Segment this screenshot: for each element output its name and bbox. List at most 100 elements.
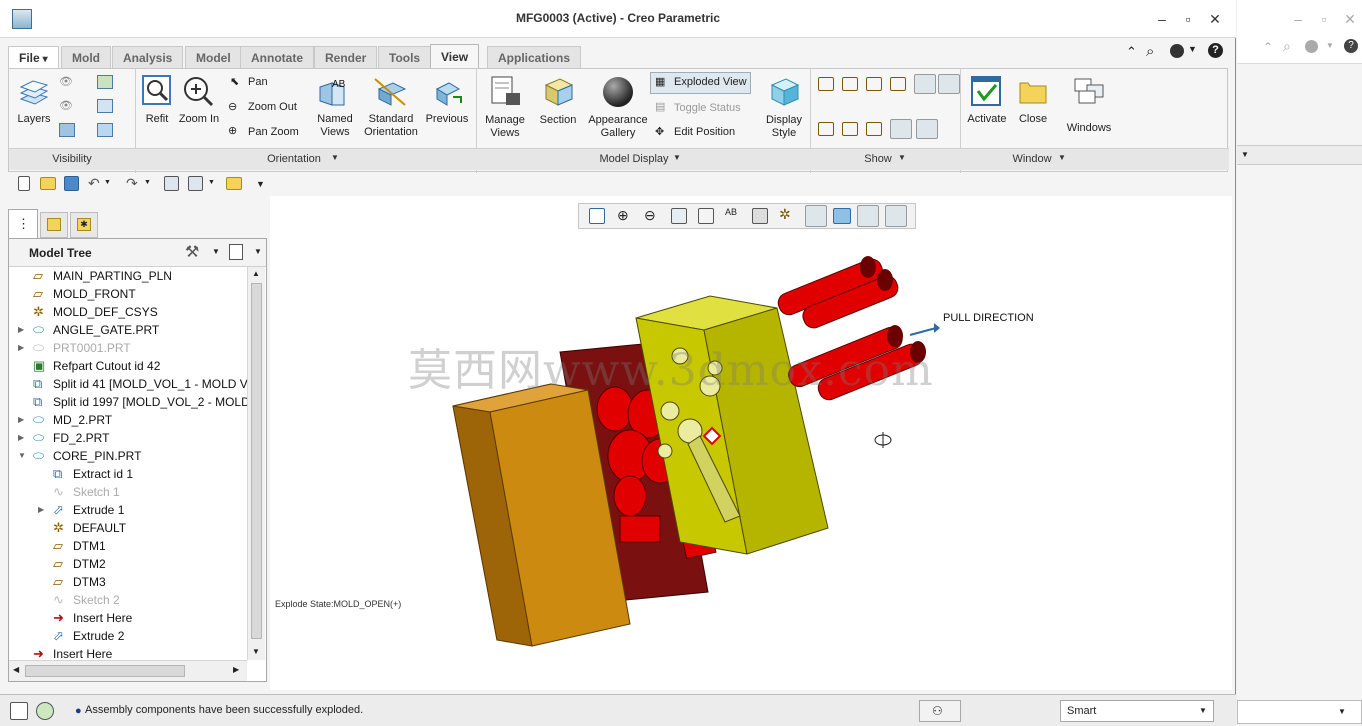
open-file-icon[interactable] <box>40 177 56 190</box>
tree-item[interactable]: ∿ Sketch 1 <box>9 483 247 501</box>
window-icon[interactable] <box>97 123 113 137</box>
zoom-in-icon[interactable]: ⊕ <box>617 207 629 224</box>
scroll-right-icon[interactable]: ▶ <box>233 665 239 674</box>
chevron-down-icon[interactable]: ▼ <box>331 153 339 162</box>
layers-button-label[interactable]: Layers <box>14 113 54 126</box>
expand-icon[interactable]: ▶ <box>18 429 24 447</box>
show-navigator-icon[interactable] <box>10 702 28 720</box>
display-style-icon[interactable] <box>768 75 800 107</box>
activate-icon[interactable] <box>970 75 1004 107</box>
show-icon[interactable]: 👁 <box>59 99 73 112</box>
community-icon[interactable] <box>1170 44 1184 58</box>
orientation-group-label[interactable]: Orientation <box>259 153 329 165</box>
axis-display-icon[interactable] <box>842 77 858 91</box>
spin-center-icon[interactable] <box>914 74 936 94</box>
graphics-area[interactable]: PULL DIRECTION Explode State:MOLD_OPEN(+… <box>270 196 1232 690</box>
display-style-icon[interactable] <box>698 208 714 224</box>
tab-annotate[interactable]: Annotate <box>240 46 314 68</box>
pan-label[interactable]: Pan <box>248 76 268 88</box>
chevron-down-icon[interactable]: ▼ <box>1326 41 1334 50</box>
close-window-icon[interactable] <box>226 177 242 190</box>
tree-item[interactable]: ▣ Refpart Cutout id 42 <box>9 357 247 375</box>
save-icon[interactable] <box>64 176 79 191</box>
customize-qat-icon[interactable]: ▼ <box>256 179 265 189</box>
tree-settings-icon[interactable]: ⚒ <box>185 242 199 262</box>
zoom-in-icon[interactable] <box>182 75 214 107</box>
scroll-up-icon[interactable]: ▲ <box>252 269 260 278</box>
tree-item[interactable]: ⬀ Extrude 2 <box>9 627 247 645</box>
chevron-down-icon[interactable]: ▼ <box>104 179 111 186</box>
csys-display-icon[interactable] <box>890 77 906 91</box>
previous-view-icon[interactable] <box>431 77 463 107</box>
tree-item[interactable]: ➜ Insert Here <box>9 645 247 659</box>
tree-item[interactable]: ▱ MOLD_FRONT <box>9 285 247 303</box>
chevron-down-icon[interactable]: ▼ <box>898 153 906 162</box>
tree-item[interactable]: ➜ Insert Here <box>9 609 247 627</box>
tree-item[interactable]: ▱ DTM1 <box>9 537 247 555</box>
tree-filters-icon[interactable] <box>229 244 243 260</box>
maximize-button[interactable]: ▫ <box>1181 12 1195 26</box>
pan-icon[interactable]: ⬉ <box>230 75 239 88</box>
community-icon[interactable] <box>1305 40 1318 53</box>
plane-tag-icon[interactable] <box>818 122 834 136</box>
display-icon[interactable] <box>97 99 113 113</box>
point-display-icon[interactable] <box>866 77 882 91</box>
chevron-down-icon[interactable]: ▼ <box>212 247 220 256</box>
tree-item[interactable]: ▶ ⬭ FD_2.PRT <box>9 429 247 447</box>
expand-icon[interactable]: ▶ <box>18 321 24 339</box>
expand-icon[interactable]: ▶ <box>18 339 24 357</box>
find-button[interactable]: ⚇ <box>919 700 961 722</box>
chevron-down-icon[interactable]: ▼ <box>673 153 681 162</box>
minimize-button[interactable]: – <box>1155 12 1169 26</box>
expand-icon[interactable]: ▶ <box>18 411 24 429</box>
zoom-in-label[interactable]: Zoom In <box>178 113 220 126</box>
pan-zoom-icon[interactable]: ⊕ <box>228 124 237 137</box>
chevron-down-icon[interactable]: ▼ <box>1241 150 1249 159</box>
tree-item[interactable]: ▶ ⬭ ANGLE_GATE.PRT <box>9 321 247 339</box>
undo-icon[interactable]: ↶ <box>88 175 100 192</box>
appearance-gallery-label[interactable]: Appearance Gallery <box>586 114 650 140</box>
search-icon[interactable]: ⌕ <box>1283 38 1291 55</box>
chevron-down-icon[interactable]: ▼ <box>254 247 262 256</box>
tree-item[interactable]: ▶ ⬭ PRT0001.PRT <box>9 339 247 357</box>
annotation-display-icon[interactable] <box>938 74 960 94</box>
tree-item[interactable]: ⧉ Split id 1997 [MOLD_VOL_2 - MOLD <box>9 393 247 411</box>
standard-orientation-label[interactable]: Standard Orientation <box>364 113 418 139</box>
display-style-label[interactable]: Display Style <box>760 114 808 140</box>
section-label[interactable]: Section <box>535 114 581 127</box>
manage-views-label[interactable]: Manage Views <box>481 114 529 140</box>
model-tree-tab[interactable]: ⋮ <box>8 209 38 238</box>
zoom-out-icon[interactable]: ⊖ <box>228 100 237 113</box>
windows-icon[interactable] <box>1073 77 1105 105</box>
pull-direction-display-icon[interactable] <box>916 119 938 139</box>
exploded-mold-model[interactable] <box>270 196 1232 690</box>
windows-switch-icon[interactable] <box>188 176 203 191</box>
minimize-button[interactable]: – <box>1291 12 1305 26</box>
standard-orientation-icon[interactable] <box>373 77 407 107</box>
repaint-icon[interactable] <box>671 208 687 224</box>
tree-item[interactable]: ⧉ Split id 41 [MOLD_VOL_1 - MOLD V <box>9 375 247 393</box>
saved-orientations-icon[interactable]: AB <box>725 207 737 217</box>
unhide-all-icon[interactable] <box>59 123 75 137</box>
tree-item[interactable]: ▱ MAIN_PARTING_PLN <box>9 267 247 285</box>
csys-display-icon[interactable] <box>885 205 907 227</box>
tree-vertical-scrollbar[interactable]: ▲ ▼ <box>247 267 265 660</box>
tab-render[interactable]: Render <box>314 46 378 68</box>
model-display-group-label[interactable]: Model Display <box>594 153 674 165</box>
manage-views-icon[interactable] <box>490 75 522 107</box>
scroll-left-icon[interactable]: ◀ <box>13 665 19 674</box>
hide-icon[interactable]: 👁 <box>59 75 73 88</box>
refit-icon[interactable] <box>142 75 172 107</box>
background-filter[interactable]: ▼ <box>1237 700 1362 724</box>
datum-display-icon[interactable]: ✲ <box>779 206 791 223</box>
edit-position-label[interactable]: Edit Position <box>674 126 735 138</box>
window-group-label[interactable]: Window <box>1008 153 1056 165</box>
redo-icon[interactable]: ↷ <box>126 175 138 192</box>
point-tag-icon[interactable] <box>866 122 882 136</box>
csys-tag-icon[interactable] <box>890 119 912 139</box>
chevron-down-icon[interactable]: ▼ <box>144 179 151 186</box>
minimize-ribbon-icon[interactable]: ⌃ <box>1263 40 1273 54</box>
view-manager-icon[interactable] <box>752 208 768 224</box>
section-icon[interactable] <box>542 75 574 107</box>
tree-item[interactable]: ⧉ Extract id 1 <box>9 465 247 483</box>
